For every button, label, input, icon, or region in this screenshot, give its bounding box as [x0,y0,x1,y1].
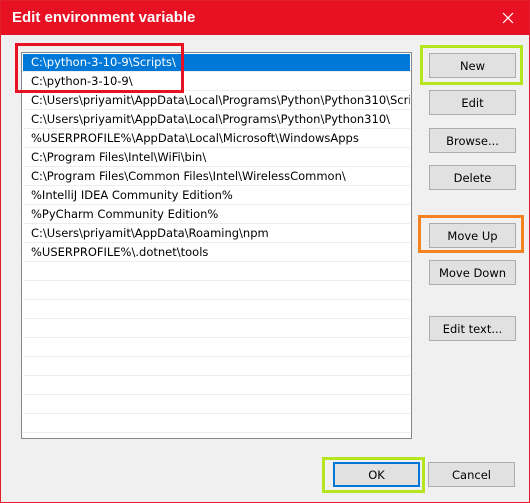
list-item[interactable]: %USERPROFILE%\.dotnet\tools [23,244,410,262]
empty-list-row[interactable] [23,263,410,281]
close-icon [502,12,514,24]
empty-list-row[interactable] [23,282,410,300]
close-button[interactable] [495,5,521,31]
cancel-button[interactable]: Cancel [428,462,515,487]
path-list[interactable]: C:\python-3-10-9\Scripts\ C:\python-3-10-… [21,52,412,439]
list-item[interactable]: %USERPROFILE%\AppData\Local\Microsoft\Wi… [23,130,410,148]
empty-list-row[interactable] [23,320,410,338]
empty-list-row[interactable] [23,415,410,433]
empty-list-row[interactable] [23,396,410,414]
list-item[interactable]: C:\Users\priyamit\AppData\Local\Programs… [23,111,410,129]
list-item[interactable]: C:\python-3-10-9\Scripts\ [23,54,410,72]
edit-text-button[interactable]: Edit text... [429,316,516,341]
ok-button[interactable]: OK [333,462,420,487]
title-bar[interactable]: Edit environment variable [1,1,529,35]
move-up-button[interactable]: Move Up [429,223,516,248]
list-item[interactable]: C:\python-3-10-9\ [23,73,410,91]
empty-list-row[interactable] [23,301,410,319]
window-title: Edit environment variable [12,9,196,26]
list-item[interactable]: C:\Program Files\Intel\WiFi\bin\ [23,149,410,167]
edit-env-var-dialog: Edit environment variable C:\python-3-10… [0,0,530,503]
list-item[interactable]: C:\Users\priyamit\AppData\Local\Programs… [23,92,410,110]
edit-button[interactable]: Edit [429,90,516,115]
browse-button[interactable]: Browse... [429,128,516,153]
list-item[interactable]: C:\Program Files\Common Files\Intel\Wire… [23,168,410,186]
empty-list-row[interactable] [23,339,410,357]
list-item[interactable]: %IntelliJ IDEA Community Edition% [23,187,410,205]
list-item[interactable]: %PyCharm Community Edition% [23,206,410,224]
empty-list-row[interactable] [23,377,410,395]
new-button[interactable]: New [429,53,516,78]
move-down-button[interactable]: Move Down [429,260,516,285]
empty-list-row[interactable] [23,358,410,376]
list-item[interactable]: C:\Users\priyamit\AppData\Roaming\npm [23,225,410,243]
delete-button[interactable]: Delete [429,165,516,190]
